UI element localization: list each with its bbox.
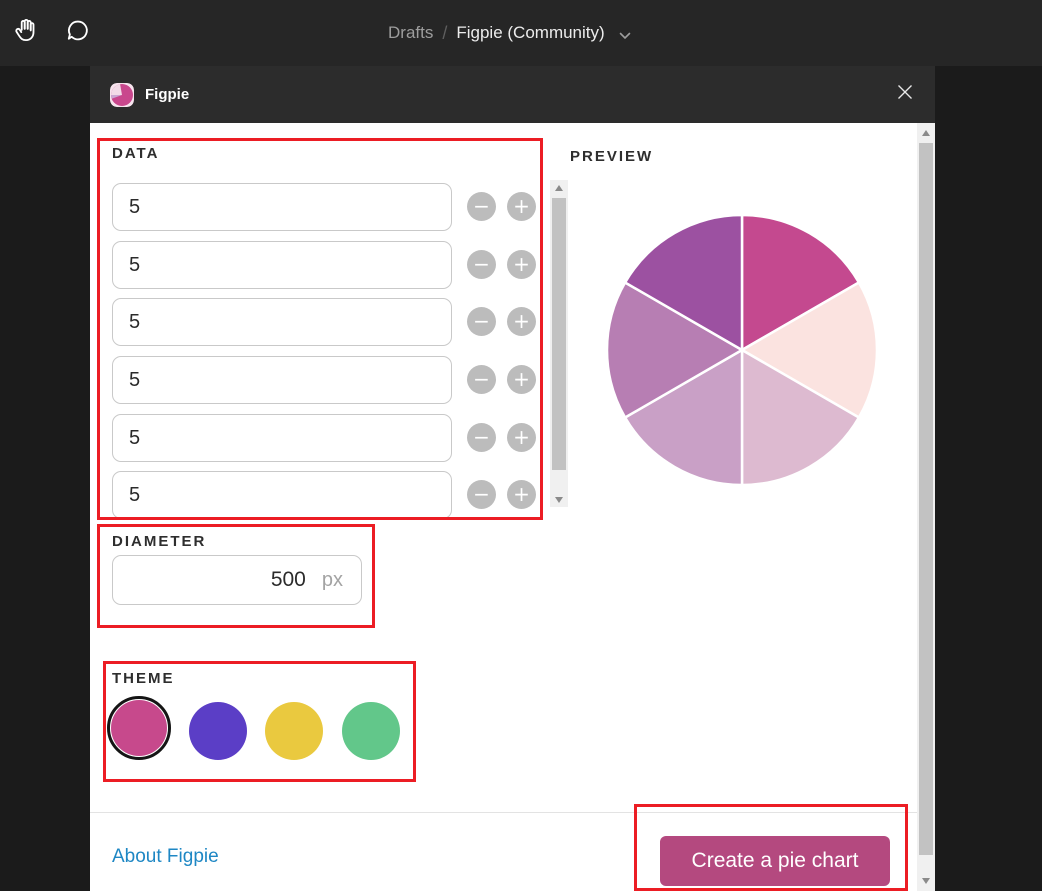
figpie-plugin-modal: Figpie DATA −+−+−+−+−+−+ PREVIEW DIAMETE… <box>90 66 935 891</box>
data-value-input[interactable] <box>112 298 452 346</box>
decrement-button[interactable]: − <box>467 423 496 452</box>
figpie-logo-icon <box>110 83 134 107</box>
breadcrumb-folder[interactable]: Drafts <box>388 23 433 43</box>
data-section-label: DATA <box>112 145 159 162</box>
preview-section-label: PREVIEW <box>570 148 653 165</box>
modal-scrollbar-thumb[interactable] <box>919 143 933 855</box>
theme-swatch-yellow[interactable] <box>265 702 323 760</box>
close-icon <box>896 83 914 106</box>
breadcrumb-file-name[interactable]: Figpie (Community) <box>456 23 604 43</box>
data-value-input[interactable] <box>112 471 452 519</box>
theme-swatch-pink-selected[interactable] <box>107 696 171 760</box>
pie-chart-preview <box>605 213 879 487</box>
theme-swatch-pink[interactable] <box>111 700 167 756</box>
comment-bubble-icon <box>63 16 93 51</box>
decrement-button[interactable]: − <box>467 250 496 279</box>
scroll-up-icon[interactable] <box>917 125 935 140</box>
decrement-button[interactable]: − <box>467 192 496 221</box>
scroll-down-icon[interactable] <box>917 873 935 888</box>
plugin-modal-body: DATA −+−+−+−+−+−+ PREVIEW DIAMETER 500 p… <box>90 123 935 891</box>
increment-button[interactable]: + <box>507 480 536 509</box>
decrement-button[interactable]: − <box>467 365 496 394</box>
hand-tool-icon <box>11 16 41 51</box>
increment-button[interactable]: + <box>507 192 536 221</box>
theme-swatch-green[interactable] <box>342 702 400 760</box>
increment-button[interactable]: + <box>507 307 536 336</box>
hand-tool-button[interactable] <box>8 15 44 51</box>
plugin-title: Figpie <box>145 86 189 103</box>
close-button[interactable] <box>895 84 915 104</box>
theme-swatch-purple[interactable] <box>189 702 247 760</box>
breadcrumb[interactable]: Drafts / Figpie (Community) <box>388 0 631 66</box>
increment-button[interactable]: + <box>507 250 536 279</box>
theme-section-label: THEME <box>112 670 175 687</box>
diameter-section-label: DIAMETER <box>112 533 206 550</box>
scroll-up-icon[interactable] <box>550 180 568 195</box>
diameter-input[interactable]: 500 px <box>112 555 362 605</box>
data-value-input[interactable] <box>112 414 452 462</box>
diameter-value[interactable]: 500 <box>271 568 306 592</box>
about-figpie-link[interactable]: About Figpie <box>112 846 219 868</box>
decrement-button[interactable]: − <box>467 480 496 509</box>
breadcrumb-separator: / <box>442 23 447 44</box>
plugin-modal-header: Figpie <box>90 66 935 123</box>
scroll-down-icon[interactable] <box>550 492 568 507</box>
figma-toolbar: Drafts / Figpie (Community) <box>0 0 1042 66</box>
increment-button[interactable]: + <box>507 423 536 452</box>
data-scrollbar-thumb[interactable] <box>552 198 566 470</box>
data-value-input[interactable] <box>112 183 452 231</box>
decrement-button[interactable]: − <box>467 307 496 336</box>
data-list-scrollbar[interactable] <box>550 180 568 507</box>
comment-tool-button[interactable] <box>60 15 96 51</box>
data-value-input[interactable] <box>112 241 452 289</box>
data-value-input[interactable] <box>112 356 452 404</box>
footer-divider <box>90 812 917 813</box>
create-pie-chart-button[interactable]: Create a pie chart <box>660 836 890 886</box>
diameter-unit-label: px <box>322 569 343 592</box>
increment-button[interactable]: + <box>507 365 536 394</box>
chevron-down-icon[interactable] <box>619 25 631 45</box>
modal-scrollbar[interactable] <box>917 123 935 891</box>
